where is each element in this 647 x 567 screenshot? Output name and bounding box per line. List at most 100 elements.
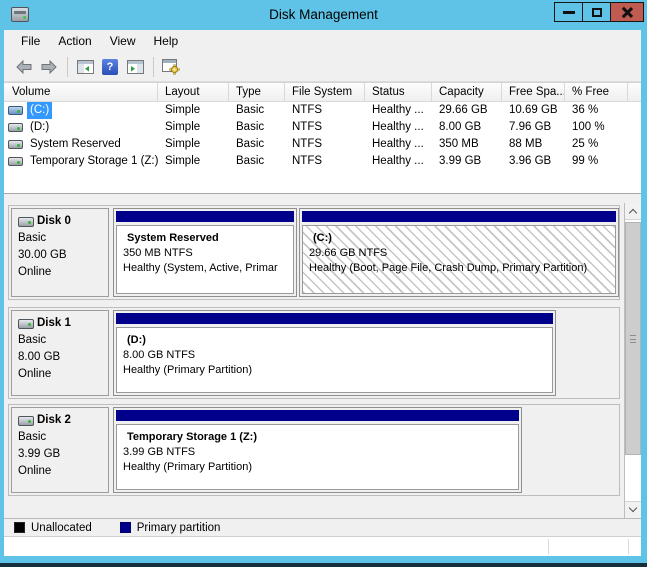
maximize-button[interactable] (582, 2, 611, 22)
cell-fs: NTFS (285, 153, 365, 170)
partition-system-reserved[interactable]: System Reserved 350 MB NTFS Healthy (Sys… (113, 208, 297, 297)
console-properties-button[interactable] (159, 55, 183, 79)
show-action-pane-button[interactable] (123, 55, 147, 79)
cell-capacity: 350 MB (432, 136, 502, 153)
drive-icon (8, 123, 23, 132)
volume-row-system-reserved[interactable]: System Reserved Simple Basic NTFS Health… (4, 136, 641, 153)
partition-label: (C:) (309, 231, 611, 246)
menubar: File Action View Help (4, 30, 641, 52)
window-gear-icon (162, 59, 180, 75)
scrollbar-thumb[interactable] (625, 222, 641, 455)
console-content: File Action View Help (4, 30, 641, 556)
disk-row-2: Disk 2 Basic 3.99 GB Online Temporary St… (8, 404, 620, 496)
col-type[interactable]: Type (229, 83, 285, 101)
disk-icon (18, 319, 34, 329)
cell-free: 10.69 GB (502, 102, 565, 119)
menu-view[interactable]: View (101, 30, 145, 52)
volume-list: Volume Layout Type File System Status Ca… (4, 82, 641, 193)
partition-z[interactable]: Temporary Storage 1 (Z:) 3.99 GB NTFS He… (113, 407, 522, 493)
col-capacity[interactable]: Capacity (432, 83, 502, 101)
close-icon (621, 6, 634, 19)
maximize-icon (592, 8, 602, 17)
unallocated-label: Unallocated (31, 522, 92, 534)
disk-name: Disk 0 (37, 213, 71, 230)
col-filler (628, 83, 641, 101)
partition-c[interactable]: (C:) 29.66 GB NTFS Healthy (Boot, Page F… (299, 208, 619, 297)
drive-icon (8, 106, 23, 115)
cell-capacity: 29.66 GB (432, 102, 502, 119)
forward-arrow-icon (40, 60, 58, 74)
toolbar: ? (4, 52, 641, 82)
disk-row-0: Disk 0 Basic 30.00 GB Online System Rese… (8, 205, 620, 300)
disk-size: 30.00 GB (18, 247, 108, 264)
col-pct-free[interactable]: % Free (565, 83, 628, 101)
menu-file[interactable]: File (12, 30, 49, 52)
volume-row-d[interactable]: (D:) Simple Basic NTFS Healthy ... 8.00 … (4, 119, 641, 136)
partition-label: (D:) (123, 333, 548, 348)
partition-type-bar (302, 211, 616, 222)
window-title: Disk Management (0, 0, 647, 30)
drive-icon (8, 157, 23, 166)
cell-fs: NTFS (285, 102, 365, 119)
disk-view-scrollbar (624, 203, 641, 518)
partition-health: Healthy (Boot, Page File, Crash Dump, Pr… (309, 261, 611, 276)
chevron-down-icon (629, 504, 637, 512)
minimize-button[interactable] (554, 2, 583, 22)
close-button[interactable] (610, 2, 644, 22)
cell-pct: 36 % (565, 102, 628, 119)
disk-status: Online (18, 264, 108, 281)
primary-partition-label: Primary partition (137, 522, 221, 534)
partition-type-bar (116, 211, 294, 222)
cell-type: Basic (229, 119, 285, 136)
disk-name: Disk 2 (37, 412, 71, 429)
back-arrow-icon (15, 60, 33, 74)
col-file-system[interactable]: File System (285, 83, 365, 101)
unallocated-swatch (14, 522, 25, 533)
disk1-info[interactable]: Disk 1 Basic 8.00 GB Online (11, 310, 109, 396)
disk-icon (18, 416, 34, 426)
cell-capacity: 3.99 GB (432, 153, 502, 170)
cell-layout: Simple (158, 102, 229, 119)
menu-help[interactable]: Help (145, 30, 188, 52)
disk-size: 3.99 GB (18, 446, 108, 463)
cell-status: Healthy ... (365, 102, 432, 119)
forward-button[interactable] (37, 55, 61, 79)
menu-action[interactable]: Action (49, 30, 100, 52)
window-controls (555, 2, 644, 22)
action-pane-icon (127, 60, 144, 74)
cell-layout: Simple (158, 119, 229, 136)
volume-row-temporary-storage[interactable]: Temporary Storage 1 (Z:) Simple Basic NT… (4, 153, 641, 170)
drive-icon (8, 140, 23, 149)
help-button[interactable]: ? (98, 55, 122, 79)
cell-free: 3.96 GB (502, 153, 565, 170)
partition-label: System Reserved (123, 231, 289, 246)
show-console-tree-button[interactable] (73, 55, 97, 79)
partition-size: 3.99 GB NTFS (123, 445, 514, 460)
partition-d[interactable]: (D:) 8.00 GB NTFS Healthy (Primary Parti… (113, 310, 556, 396)
toolbar-separator (67, 57, 68, 77)
pane-splitter[interactable] (4, 193, 641, 203)
col-layout[interactable]: Layout (158, 83, 229, 101)
disk0-info[interactable]: Disk 0 Basic 30.00 GB Online (11, 208, 109, 297)
cell-capacity: 8.00 GB (432, 119, 502, 136)
statusbar-divider (548, 539, 549, 554)
legend-bar: Unallocated Primary partition (4, 518, 641, 536)
disk-status: Online (18, 463, 108, 480)
cell-free: 7.96 GB (502, 119, 565, 136)
primary-partition-swatch (120, 522, 131, 533)
col-volume[interactable]: Volume (4, 83, 158, 101)
scroll-up-button[interactable] (625, 203, 641, 220)
disk-type: Basic (18, 332, 108, 349)
cell-type: Basic (229, 136, 285, 153)
volume-row-c[interactable]: (C:) Simple Basic NTFS Healthy ... 29.66… (4, 102, 641, 119)
back-button[interactable] (12, 55, 36, 79)
col-free-space[interactable]: Free Spa... (502, 83, 565, 101)
titlebar: Disk Management (0, 0, 647, 30)
toolbar-separator (153, 57, 154, 77)
scroll-down-button[interactable] (625, 501, 641, 518)
statusbar-divider (628, 539, 629, 554)
disk2-info[interactable]: Disk 2 Basic 3.99 GB Online (11, 407, 109, 493)
scrollbar-grip-icon (630, 335, 636, 343)
volume-list-header: Volume Layout Type File System Status Ca… (4, 83, 641, 102)
col-status[interactable]: Status (365, 83, 432, 101)
